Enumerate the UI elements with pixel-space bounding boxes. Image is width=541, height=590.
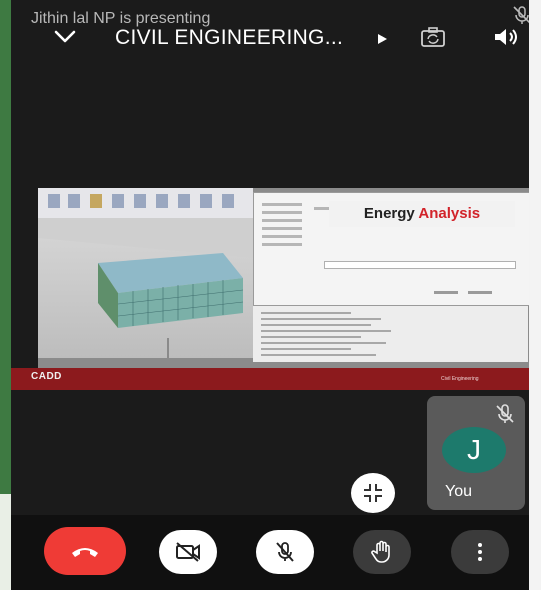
raise-hand-icon — [371, 540, 390, 563]
right-background-strip — [529, 0, 541, 590]
more-options-button[interactable] — [451, 530, 509, 574]
chevron-down-icon[interactable] — [51, 24, 79, 48]
phone-hangup-icon — [72, 548, 98, 557]
cadd-logo: CADD — [31, 371, 62, 382]
meeting-screen: Jithin lal NP is presenting CIVIL ENGINE… — [11, 0, 529, 590]
left-strip-cap — [0, 494, 11, 590]
building-model-graphic — [38, 218, 253, 358]
software-ribbon — [38, 188, 253, 218]
end-call-button[interactable] — [44, 527, 126, 575]
more-vertical-icon — [478, 543, 482, 561]
properties-panel — [253, 306, 528, 362]
play-triangle-icon — [378, 34, 387, 44]
call-controls-bar — [11, 515, 529, 590]
building-3d-view — [38, 218, 253, 358]
self-tile-label: You — [445, 483, 472, 500]
mic-off-icon — [513, 6, 529, 24]
camera-switch-icon[interactable] — [418, 24, 448, 50]
mic-toggle-button[interactable] — [256, 530, 314, 574]
banner-word-energy: Energy — [363, 205, 415, 222]
left-background-strip — [0, 0, 11, 590]
speaker-icon[interactable] — [491, 24, 521, 50]
meeting-title[interactable]: CIVIL ENGINEERING... — [115, 26, 343, 50]
camera-toggle-button[interactable] — [159, 530, 217, 574]
raise-hand-button[interactable] — [353, 530, 411, 574]
top-bar: Jithin lal NP is presenting CIVIL ENGINE… — [11, 0, 529, 70]
banner-word-analysis: Analysis — [418, 205, 481, 222]
camera-off-icon — [176, 542, 200, 562]
avatar: J — [442, 427, 506, 473]
mic-off-icon — [276, 542, 294, 562]
energy-analysis-banner: Energy Analysis — [329, 201, 515, 227]
minimize-button[interactable] — [351, 473, 395, 513]
self-video-tile[interactable]: J You — [427, 396, 525, 510]
footer-course-label: Civil Engineering — [441, 376, 479, 382]
minimize-icon — [364, 484, 382, 502]
mic-off-icon — [496, 404, 514, 423]
